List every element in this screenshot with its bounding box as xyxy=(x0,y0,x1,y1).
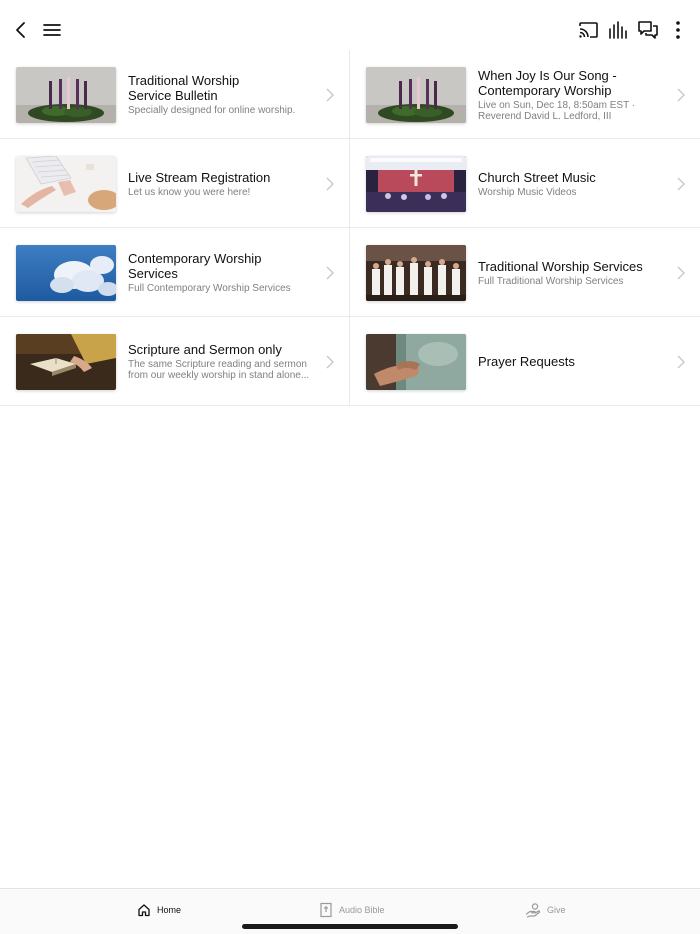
card-title: Church Street Music xyxy=(478,169,596,185)
chevron-right-icon xyxy=(677,355,685,369)
card-title: Live Stream Registration xyxy=(128,169,271,185)
card-subtitle: Let us know you were here! xyxy=(128,186,251,198)
nav-give-label: Give xyxy=(547,905,566,915)
vertical-dots-icon xyxy=(676,21,680,39)
open-bible-thumbnail xyxy=(16,334,116,390)
audio-levels-icon xyxy=(609,21,627,39)
card-traditional-worship-services[interactable]: Traditional Worship Services Full Tradit… xyxy=(350,228,700,317)
card-subtitle: Full Traditional Worship Services xyxy=(478,275,624,287)
nav-give[interactable]: Give xyxy=(525,900,566,920)
nav-home[interactable]: Home xyxy=(137,900,181,920)
card-prayer-requests[interactable]: Prayer Requests xyxy=(350,317,700,406)
card-subtitle: Specially designed for online worship. xyxy=(128,105,296,116)
chevron-right-icon xyxy=(677,266,685,280)
menu-button[interactable] xyxy=(40,18,64,42)
hamburger-menu-icon xyxy=(43,24,61,36)
card-when-joy-is-our-song[interactable]: When Joy Is Our Song - Contemporary Wors… xyxy=(350,50,700,139)
card-subtitle: Live on Sun, Dec 18, 8:50am EST · Revere… xyxy=(478,99,636,122)
card-title: When Joy Is Our Song - Contemporary Wors… xyxy=(478,67,617,98)
church-stage-thumbnail xyxy=(366,156,466,212)
chevron-right-icon xyxy=(326,88,334,102)
card-title: Traditional Worship Service Bulletin xyxy=(128,73,240,103)
card-traditional-worship-bulletin[interactable]: Traditional Worship Service Bulletin Spe… xyxy=(0,50,350,139)
choir-thumbnail xyxy=(366,245,466,301)
giving-hand-icon xyxy=(525,903,541,918)
card-subtitle: Worship Music Videos xyxy=(478,186,577,198)
content-grid: Traditional Worship Service Bulletin Spe… xyxy=(0,50,700,406)
chat-button[interactable] xyxy=(636,18,660,42)
advent-candles-thumbnail xyxy=(16,67,116,123)
back-button[interactable] xyxy=(9,18,33,42)
chevron-right-icon xyxy=(326,355,334,369)
chevron-right-icon xyxy=(677,177,685,191)
nav-audio-bible[interactable]: Audio Bible xyxy=(319,900,385,920)
chevron-right-icon xyxy=(326,177,334,191)
sky-clouds-thumbnail xyxy=(16,245,116,301)
chevron-right-icon xyxy=(326,266,334,280)
card-title: Contemporary Worship Services xyxy=(128,251,262,281)
more-options-button[interactable] xyxy=(666,18,690,42)
cast-icon xyxy=(579,22,598,38)
cast-button[interactable] xyxy=(576,18,600,42)
card-title: Prayer Requests xyxy=(478,354,575,369)
home-icon xyxy=(138,904,150,917)
card-title: Traditional Worship Services xyxy=(478,258,643,274)
card-subtitle: The same Scripture reading and sermon fr… xyxy=(128,359,310,381)
audio-button[interactable] xyxy=(606,18,630,42)
nav-home-label: Home xyxy=(157,905,182,915)
card-live-stream-registration[interactable]: Live Stream Registration Let us know you… xyxy=(0,139,350,228)
card-church-street-music[interactable]: Church Street Music Worship Music Videos xyxy=(350,139,700,228)
keyboard-hands-thumbnail xyxy=(16,156,116,212)
nav-audio-bible-label: Audio Bible xyxy=(339,905,385,915)
card-title: Scripture and Sermon only xyxy=(128,342,282,357)
card-scripture-and-sermon[interactable]: Scripture and Sermon only The same Scrip… xyxy=(0,317,350,406)
chevron-right-icon xyxy=(677,88,685,102)
top-bar xyxy=(0,0,700,52)
praying-hands-thumbnail xyxy=(366,334,466,390)
bible-icon xyxy=(320,902,332,918)
card-contemporary-worship-services[interactable]: Contemporary Worship Services Full Conte… xyxy=(0,228,350,317)
card-subtitle: Full Contemporary Worship Services xyxy=(128,283,291,294)
advent-candles-thumbnail xyxy=(366,67,466,123)
chevron-left-icon xyxy=(16,22,25,38)
chat-bubbles-icon xyxy=(638,21,658,39)
home-indicator[interactable] xyxy=(242,924,458,929)
